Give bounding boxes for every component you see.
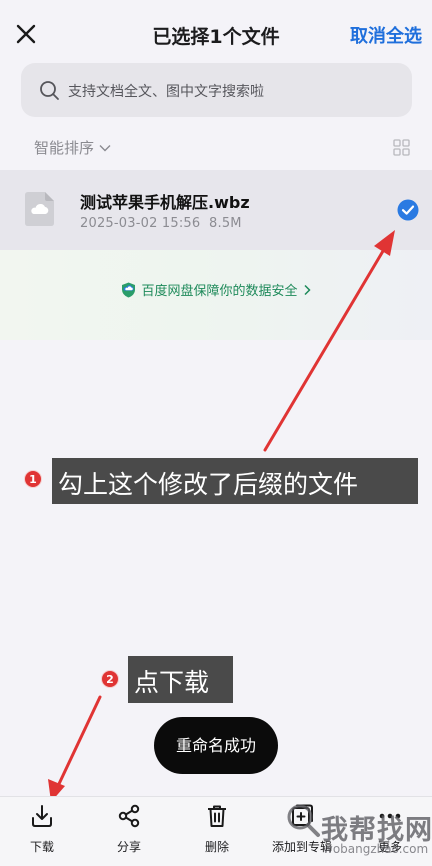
share-button[interactable]: 分享 xyxy=(99,803,159,855)
chevron-down-icon xyxy=(99,144,111,151)
download-label: 下载 xyxy=(29,840,54,854)
cancel-select-all-button[interactable]: 取消全选 xyxy=(350,22,422,48)
annotation-badge-1: 1 xyxy=(24,470,42,488)
search-input[interactable]: 支持文档全文、图中文字搜索啦 xyxy=(21,63,412,117)
file-name: 测试苹果手机解压.wbz xyxy=(80,193,250,212)
trash-icon xyxy=(208,805,226,827)
sort-label: 智能排序 xyxy=(34,139,95,157)
add-to-album-button[interactable]: 添加到专辑 xyxy=(272,803,332,855)
checked-checkbox-icon[interactable] xyxy=(397,199,419,221)
annotation-badge-2: 2 xyxy=(101,670,119,688)
annotation-callout-2: 点下载 xyxy=(128,656,233,703)
download-icon xyxy=(32,805,52,827)
security-banner: 百度网盘保障你的数据安全 xyxy=(0,250,432,340)
shield-icon xyxy=(122,282,136,297)
download-button[interactable]: 下载 xyxy=(12,803,72,855)
security-link[interactable]: 百度网盘保障你的数据安全 xyxy=(0,280,432,299)
security-banner-text: 百度网盘保障你的数据安全 xyxy=(141,284,298,299)
file-size: 8.5M xyxy=(209,216,242,231)
toast-message: 重命名成功 xyxy=(154,717,278,774)
share-label: 分享 xyxy=(116,840,141,854)
delete-button[interactable]: 删除 xyxy=(187,803,247,855)
add-to-album-icon xyxy=(292,804,313,826)
more-icon xyxy=(379,813,401,819)
search-icon xyxy=(40,81,59,100)
page: 已选择1个文件 取消全选 支持文档全文、图中文字搜索啦 智能排序 测试苹果手机解… xyxy=(0,0,432,866)
annotation-arrow-2 xyxy=(48,695,102,802)
file-meta: 2025-03-02 15:56 8.5M xyxy=(80,216,242,231)
chevron-right-icon xyxy=(303,284,311,295)
sort-dropdown[interactable]: 智能排序 xyxy=(34,137,111,158)
more-label: 更多 xyxy=(377,840,402,854)
file-date: 2025-03-02 15:56 xyxy=(80,216,201,231)
selection-header: 已选择1个文件 取消全选 xyxy=(0,0,432,64)
search-placeholder: 支持文档全文、图中文字搜索啦 xyxy=(68,84,264,100)
add-to-album-label: 添加到专辑 xyxy=(272,840,333,854)
annotation-callout-1: 勾上这个修改了后缀的文件 xyxy=(52,458,418,504)
grid-view-icon[interactable] xyxy=(393,139,410,156)
delete-label: 删除 xyxy=(204,840,229,854)
cloud-file-icon xyxy=(25,192,54,226)
more-button[interactable]: 更多 xyxy=(360,803,420,855)
share-icon xyxy=(118,804,140,828)
bottom-toolbar: 下载 分享 删除 添加到专辑 更多 xyxy=(0,796,432,866)
file-list-item[interactable]: 测试苹果手机解压.wbz 2025-03-02 15:56 8.5M xyxy=(0,170,432,250)
